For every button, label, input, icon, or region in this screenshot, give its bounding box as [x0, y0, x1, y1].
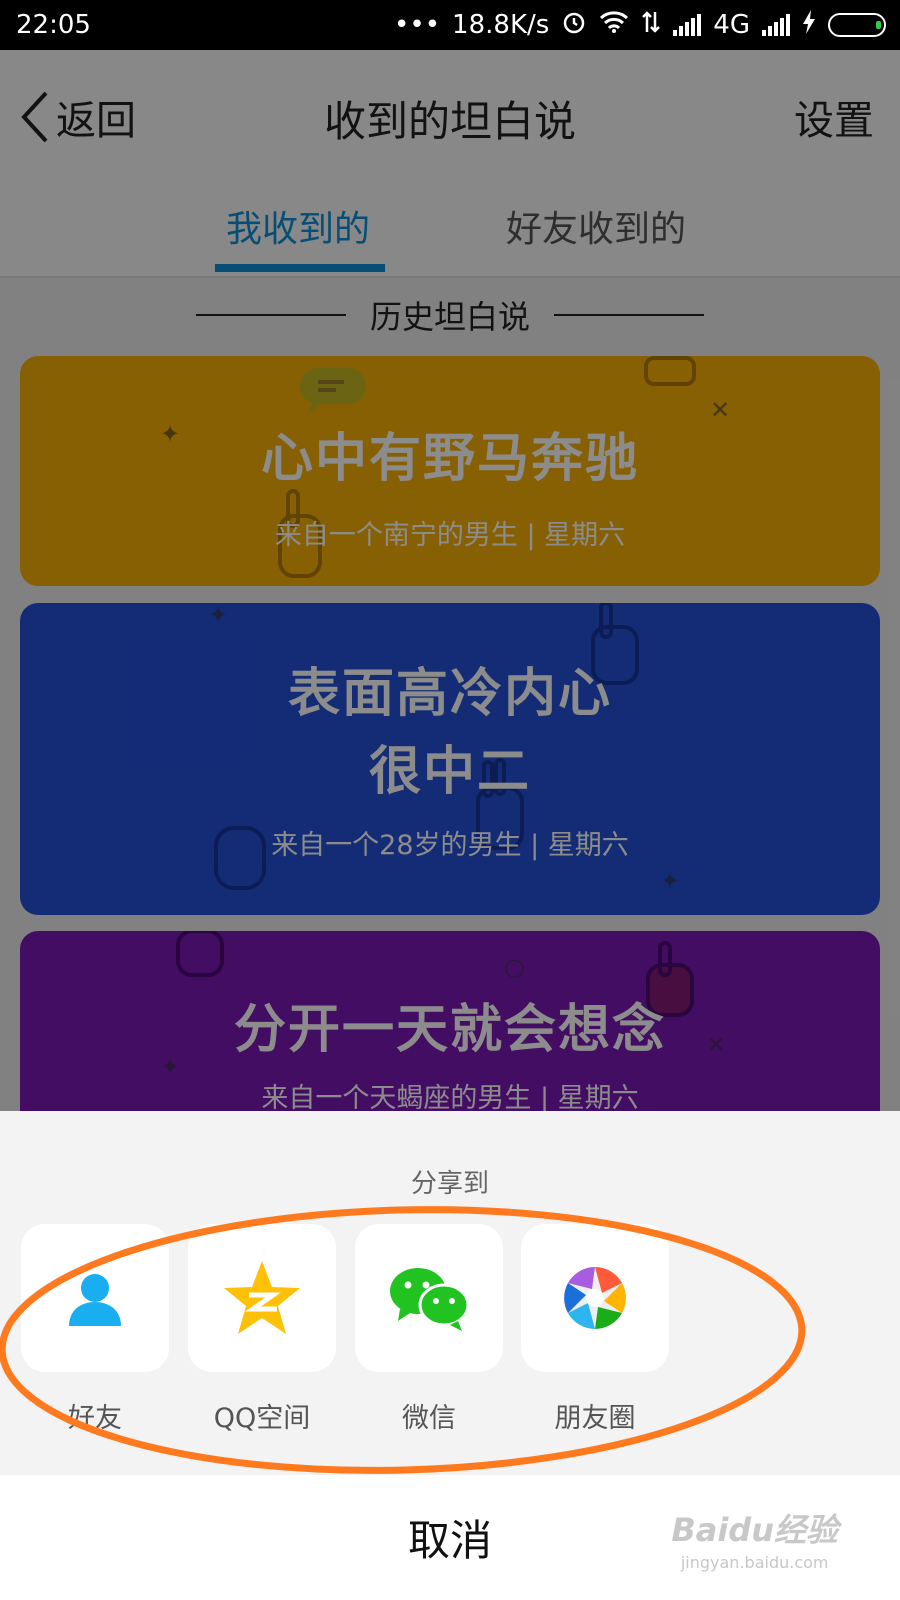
moments-aperture-icon [564, 1267, 626, 1329]
baidu-jingyan-watermark: Baidu经验 jingyan.baidu.com [671, 1505, 838, 1572]
alarm-icon [561, 9, 587, 42]
share-sheet-title: 分享到 [410, 1169, 489, 1199]
qzone-star-icon [224, 1261, 300, 1334]
battery-icon [828, 13, 886, 37]
share-tile [521, 1224, 669, 1372]
share-sheet: 分享到 好友 QQ空间 微信 朋友圈 [0, 1111, 900, 1475]
status-time: 22:05 [16, 10, 91, 40]
share-label: 好友 [68, 1403, 122, 1434]
network-speed: 18.8K/s [452, 10, 550, 40]
signal-icon-2 [762, 14, 790, 36]
share-tile [188, 1224, 336, 1372]
wechat-icon [390, 1268, 470, 1331]
network-type: 4G [713, 10, 750, 40]
watermark-url: jingyan.baidu.com [680, 1553, 829, 1572]
signal-icon [673, 14, 702, 36]
share-label: 微信 [402, 1403, 456, 1434]
share-to-moments-button[interactable]: 朋友圈 [521, 1224, 669, 1435]
watermark-main: Baidu经验 [671, 1511, 838, 1549]
share-to-friend-button[interactable]: 好友 [21, 1224, 169, 1435]
data-transfer-icon [641, 10, 661, 41]
share-tile [355, 1224, 503, 1372]
share-label: 朋友圈 [554, 1403, 636, 1434]
share-label: QQ空间 [213, 1403, 311, 1434]
charging-icon [802, 9, 816, 42]
share-to-wechat-button[interactable]: 微信 [355, 1224, 503, 1435]
modal-backdrop[interactable] [0, 50, 900, 1111]
wifi-icon [599, 10, 629, 41]
share-tile [21, 1224, 169, 1372]
share-to-qzone-button[interactable]: QQ空间 [188, 1224, 336, 1435]
status-bar: 22:05 ••• 18.8K/s 4G [0, 0, 900, 50]
qq-friend-icon [69, 1274, 121, 1326]
status-indicators: ••• 18.8K/s 4G [394, 9, 886, 42]
status-dots: ••• [394, 10, 441, 40]
